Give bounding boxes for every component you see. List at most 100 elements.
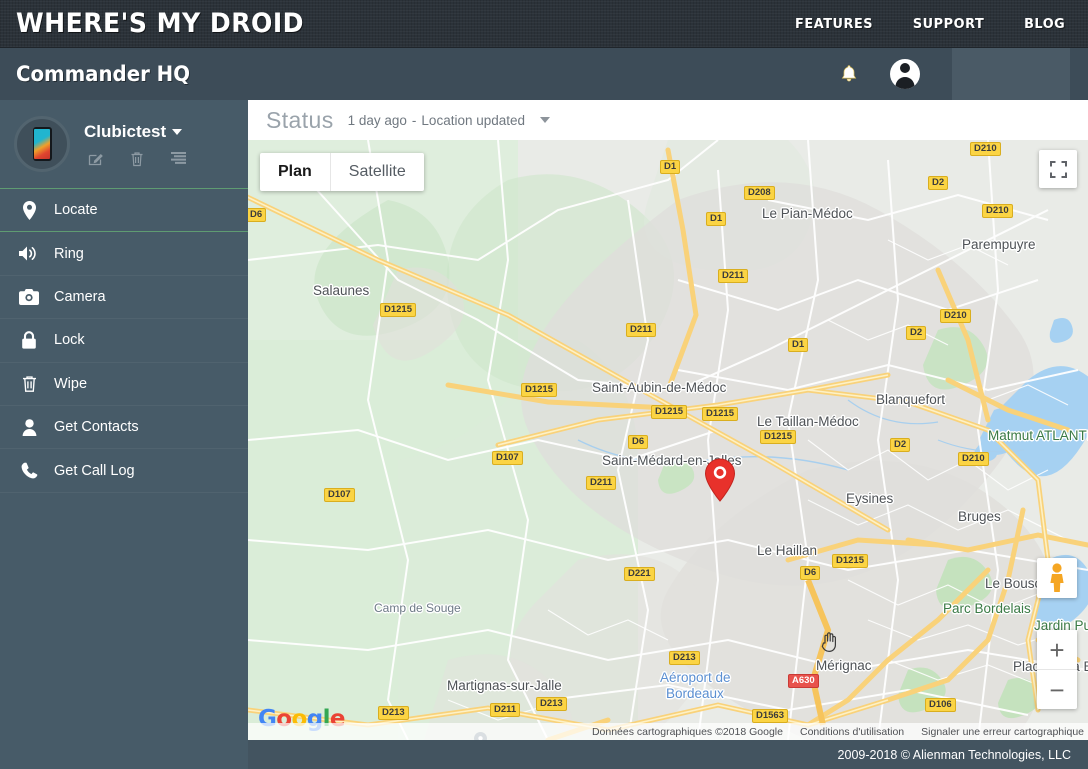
sidebar-item-label: Get Call Log — [54, 462, 135, 479]
map-attribution: Données cartographiques ©2018 Google Con… — [248, 723, 1088, 740]
road-shield-label: D107 — [324, 488, 355, 503]
map-place-label: Eysines — [846, 491, 894, 506]
map-place-label: Bruges — [958, 509, 1001, 524]
footer-sidebar-block — [0, 740, 248, 769]
road-shield-label: D1215 — [702, 407, 738, 422]
map-place-label: Blanquefort — [876, 392, 946, 407]
fullscreen-icon[interactable] — [1039, 150, 1077, 188]
application-root: WHERE'S MY DROID FEATURES SUPPORT BLOG C… — [0, 0, 1088, 769]
phone-body — [32, 127, 52, 161]
map-place-label: Le Pian-Médoc — [762, 206, 853, 221]
sidebar-item-wipe[interactable]: Wipe — [0, 363, 248, 406]
site-logo-text[interactable]: WHERE'S MY DROID — [16, 8, 304, 39]
road-shield-label: D1 — [706, 212, 727, 227]
person-icon — [16, 418, 42, 436]
road-shield-label: D2 — [928, 176, 949, 191]
user-avatar-icon[interactable] — [890, 59, 920, 89]
chevron-down-icon[interactable] — [540, 117, 551, 123]
sidebar-item-label: Locate — [54, 202, 98, 219]
map-pin-icon — [16, 200, 42, 220]
map-place-label: Le Haillan — [757, 543, 818, 558]
footer-copyright: 2009-2018 © Alienman Technologies, LLC — [837, 747, 1071, 762]
nav-link-features[interactable]: FEATURES — [795, 16, 873, 32]
road-shield-label: D106 — [925, 698, 956, 713]
map-place-label: Martignas-sur-Jalle — [447, 678, 562, 693]
sidebar-item-label: Get Contacts — [54, 419, 139, 436]
road-shield-label: D107 — [492, 451, 523, 466]
road-shield-label: D210 — [970, 142, 1001, 157]
list-lines-icon[interactable] — [170, 151, 187, 167]
device-actions — [84, 151, 187, 167]
map-type-plan[interactable]: Plan — [260, 153, 331, 191]
road-shield-label: D6 — [248, 208, 267, 223]
top-brand-bar: WHERE'S MY DROID FEATURES SUPPORT BLOG — [0, 0, 1088, 48]
device-name-dropdown[interactable]: Clubictest — [84, 122, 187, 142]
road-shield-label: D6 — [800, 566, 821, 581]
road-shield-label: D2 — [906, 326, 927, 341]
red-location-marker[interactable] — [704, 458, 736, 507]
chevron-down-icon — [172, 128, 183, 135]
road-shield-label: D1215 — [521, 383, 557, 398]
avatar-body — [895, 77, 915, 89]
top-navigation: FEATURES SUPPORT BLOG — [793, 16, 1066, 32]
map-terms-link[interactable]: Conditions d'utilisation — [800, 726, 904, 738]
map-type-toggle: Plan Satellite — [260, 153, 424, 191]
bell-icon[interactable] — [840, 64, 858, 84]
commander-bar-right — [248, 48, 1088, 100]
road-shield-label: D211 — [718, 269, 749, 284]
camera-icon — [16, 288, 42, 305]
speaker-icon — [16, 245, 42, 262]
device-summary: Clubictest — [0, 100, 248, 188]
map-place-label: Parempuyre — [962, 237, 1036, 252]
road-shield-label: D208 — [744, 186, 775, 201]
map-zoom-controls: + − — [1037, 630, 1077, 709]
sidebar-item-locate[interactable]: Locate — [0, 189, 248, 233]
trash-icon[interactable] — [130, 151, 144, 167]
device-name-label: Clubictest — [84, 121, 167, 141]
map-canvas[interactable]: Plan Satellite + − Google Données cartog… — [248, 140, 1088, 740]
sidebar-item-get-contacts[interactable]: Get Contacts — [0, 406, 248, 450]
road-shield-label: D210 — [982, 204, 1013, 219]
sidebar-item-camera[interactable]: Camera — [0, 276, 248, 320]
road-shield-label: D1215 — [760, 430, 796, 445]
map-report-error-link[interactable]: Signaler une erreur cartographique — [921, 726, 1084, 738]
road-shield-label: D210 — [958, 452, 989, 467]
map-type-satellite[interactable]: Satellite — [331, 153, 424, 191]
map-place-label: Camp de Souge — [374, 601, 461, 615]
phone-icon — [16, 462, 42, 479]
map-copyright: Données cartographiques ©2018 Google — [591, 725, 783, 738]
sidebar: Clubictest Locate Ring Camera Lock Wipe … — [0, 100, 248, 740]
commander-hq-title: Commander HQ — [16, 62, 190, 86]
trash-icon — [16, 375, 42, 393]
road-shield-label: D6 — [628, 435, 649, 450]
pencil-square-icon[interactable] — [88, 151, 104, 167]
commander-bar-left: Commander HQ — [0, 48, 248, 100]
map-place-label: Salaunes — [313, 283, 370, 298]
page-footer: 2009-2018 © Alienman Technologies, LLC — [0, 740, 1088, 769]
status-summary[interactable]: 1 day ago - Location updated — [348, 112, 551, 128]
nav-link-support[interactable]: SUPPORT — [913, 16, 984, 32]
road-shield-label: D1 — [788, 338, 809, 353]
page-title: Status — [266, 106, 334, 133]
profile-strip — [952, 48, 1070, 100]
sidebar-item-lock[interactable]: Lock — [0, 319, 248, 363]
nav-link-blog[interactable]: BLOG — [1024, 16, 1065, 32]
zoom-out-button[interactable]: − — [1037, 670, 1077, 709]
road-shield-label: D213 — [378, 706, 409, 721]
status-separator: - — [411, 112, 417, 128]
sidebar-item-ring[interactable]: Ring — [0, 232, 248, 276]
road-shield-label: D1215 — [380, 303, 416, 318]
grab-hand-cursor — [820, 630, 840, 657]
map-place-label: Mérignac — [816, 658, 872, 673]
map-place-label: Aéroport de — [660, 670, 731, 685]
sidebar-item-label: Camera — [54, 288, 106, 305]
phone-device-icon — [14, 116, 70, 172]
road-shield-label: D1215 — [651, 405, 687, 420]
zoom-in-button[interactable]: + — [1037, 630, 1077, 669]
street-view-pegman-icon[interactable] — [1037, 558, 1077, 598]
sidebar-item-get-call-log[interactable]: Get Call Log — [0, 449, 248, 493]
sidebar-item-label: Wipe — [54, 375, 88, 392]
road-shield-label: D1215 — [832, 554, 868, 569]
sidebar-item-label: Ring — [54, 245, 84, 262]
road-shield-label: D221 — [624, 567, 655, 582]
